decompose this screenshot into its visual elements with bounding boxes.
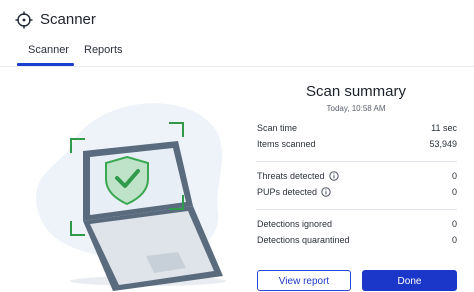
- crosshair-icon: [15, 11, 33, 29]
- info-icon[interactable]: [321, 187, 331, 197]
- app-title: Scanner: [40, 11, 96, 28]
- active-tab-indicator: [17, 63, 74, 66]
- view-report-button[interactable]: View report: [257, 270, 351, 291]
- tab-reports[interactable]: Reports: [84, 44, 123, 56]
- divider: [256, 161, 457, 162]
- scanner-content: Scan summary Today, 10:58 AM Scan time 1…: [0, 67, 474, 291]
- row-threats-detected: Threats detected 0: [256, 171, 457, 185]
- done-button[interactable]: Done: [362, 270, 457, 291]
- title-bar: Scanner: [0, 0, 474, 39]
- row-scan-time: Scan time 11 sec: [256, 123, 457, 137]
- row-value: 0: [451, 171, 457, 181]
- row-value: 11 sec: [431, 123, 457, 133]
- tab-bar: Scanner Reports: [0, 38, 474, 67]
- laptop-shield-illustration: [36, 103, 226, 291]
- row-value: 53,949: [429, 139, 457, 149]
- row-value: 0: [451, 187, 457, 197]
- row-label: PUPs detected: [257, 187, 331, 197]
- row-label: Detections quarantined: [257, 235, 350, 245]
- tab-scanner[interactable]: Scanner: [28, 44, 69, 56]
- row-detections-quarantined: Detections quarantined 0: [256, 235, 457, 249]
- divider: [256, 209, 457, 210]
- summary-timestamp: Today, 10:58 AM: [326, 104, 386, 113]
- row-label: Items scanned: [257, 139, 316, 149]
- row-items-scanned: Items scanned 53,949: [256, 139, 457, 153]
- row-label: Threats detected: [257, 171, 339, 181]
- row-detections-ignored: Detections ignored 0: [256, 219, 457, 233]
- row-value: 0: [451, 235, 457, 245]
- row-value: 0: [451, 219, 457, 229]
- row-label: Detections ignored: [257, 219, 333, 229]
- summary-title: Scan summary: [305, 83, 407, 100]
- row-label: Scan time: [257, 123, 298, 133]
- info-icon[interactable]: [328, 171, 339, 181]
- row-pups-detected: PUPs detected 0: [256, 187, 457, 201]
